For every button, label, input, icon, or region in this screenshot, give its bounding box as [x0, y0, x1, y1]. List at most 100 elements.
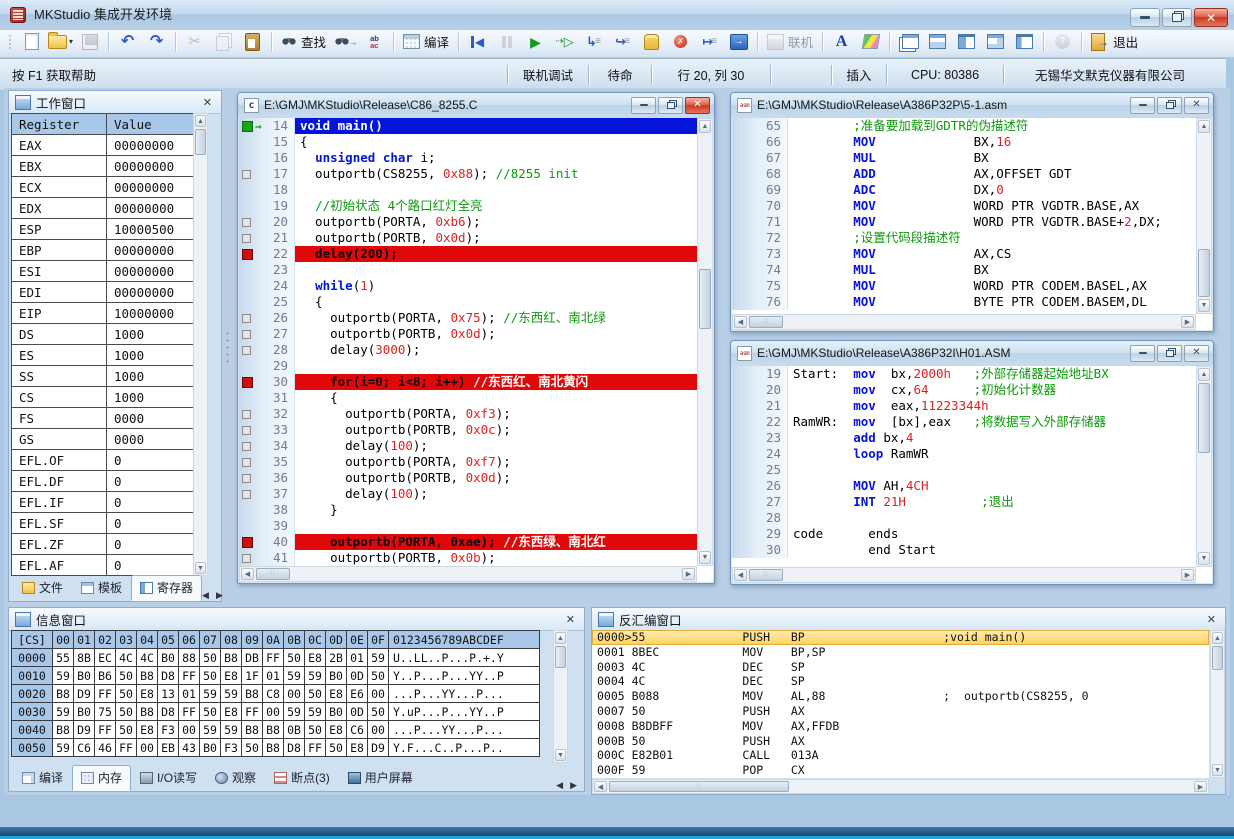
- code-window-c86-titlebar[interactable]: c E:\GMJ\MKStudio\Release\C86_8255.C ✕: [238, 93, 714, 117]
- breakpoint-margin[interactable]: [732, 278, 756, 294]
- breakpoint-margin[interactable]: [239, 342, 263, 358]
- toolbar-compile-button[interactable]: 编译: [398, 30, 454, 54]
- editor-hscrollbar[interactable]: ◀ ⦙⦙ ▶: [732, 314, 1196, 330]
- code-editor[interactable]: 65 ;准备要加载到GDTR的伪描述符66 MOV BX,1667 MUL BX…: [732, 118, 1212, 330]
- toolbar-new-file-button[interactable]: [17, 30, 46, 54]
- breakpoint-margin[interactable]: [732, 494, 756, 510]
- disasm-row[interactable]: 0003 4C DEC SP: [592, 660, 1209, 675]
- toolbar-paste-button[interactable]: [238, 30, 267, 54]
- code-window-asm2-titlebar[interactable]: asm E:\GMJ\MKStudio\Release\A386P32I\H01…: [731, 341, 1213, 365]
- toolbar-run-to-cursor-button[interactable]: ⇢▷: [550, 30, 579, 54]
- breakpoint-margin[interactable]: [732, 214, 756, 230]
- breakpoint-margin[interactable]: →: [239, 118, 263, 134]
- disasm-listing[interactable]: 0000>55 PUSH BP ;void main()0001 8BEC MO…: [592, 630, 1209, 778]
- scroll-left-icon[interactable]: ◀: [734, 569, 747, 581]
- breakpoint-margin[interactable]: [239, 230, 263, 246]
- toolbar-colors-button[interactable]: [856, 30, 885, 54]
- doc-restore-button[interactable]: [658, 97, 683, 114]
- scroll-thumb[interactable]: [699, 269, 711, 329]
- disasm-row[interactable]: 000F 59 POP CX: [592, 763, 1209, 778]
- scroll-right-icon[interactable]: ▶: [1194, 781, 1207, 792]
- breakpoint-margin[interactable]: [239, 406, 263, 422]
- disasm-panel-header[interactable]: 反汇编窗口 ✕: [592, 608, 1225, 631]
- bottom-tab-2[interactable]: I/O读写: [131, 765, 206, 791]
- scroll-down-icon[interactable]: ▼: [1198, 299, 1210, 312]
- doc-close-button[interactable]: ✕: [1184, 97, 1209, 114]
- toolbar-find-button[interactable]: 查找: [276, 30, 331, 54]
- scroll-thumb[interactable]: [555, 646, 566, 668]
- breakpoint-margin[interactable]: [732, 118, 756, 134]
- work-tab-1[interactable]: 模板: [72, 575, 131, 601]
- code-editor[interactable]: 19Start: mov bx,2000h ;外部存储器起始地址BX20 mov…: [732, 366, 1212, 583]
- breakpoint-margin[interactable]: [239, 166, 263, 182]
- scroll-up-icon[interactable]: ▲: [699, 120, 711, 133]
- scroll-down-icon[interactable]: ▼: [1198, 552, 1210, 565]
- toolbar-clear-breakpoints-button[interactable]: ✗: [666, 30, 695, 54]
- hex-table-scrollbar[interactable]: ▲ ▼: [553, 630, 568, 763]
- breakpoint-margin[interactable]: [239, 422, 263, 438]
- scroll-right-icon[interactable]: ▶: [1181, 569, 1194, 581]
- breakpoint-margin[interactable]: [239, 438, 263, 454]
- scroll-left-icon[interactable]: ◀: [734, 316, 747, 328]
- breakpoint-margin[interactable]: [732, 382, 756, 398]
- scroll-right-icon[interactable]: ▶: [1181, 316, 1194, 328]
- minimize-button[interactable]: [1130, 8, 1160, 27]
- toolbar-copy-button[interactable]: [209, 30, 238, 54]
- tab-scroll-left-icon[interactable]: ◀: [202, 590, 209, 601]
- scroll-down-icon[interactable]: ▼: [699, 551, 711, 564]
- scroll-thumb[interactable]: [1198, 249, 1210, 297]
- scroll-up-icon[interactable]: ▲: [1198, 368, 1210, 381]
- toolbar-cut-button[interactable]: ✂: [180, 30, 209, 54]
- doc-minimize-button[interactable]: [1130, 97, 1155, 114]
- toolbar-goto-exec-button[interactable]: →: [724, 30, 753, 54]
- scroll-up-icon[interactable]: ▲: [1198, 120, 1210, 133]
- editor-vscrollbar[interactable]: ▲ ▼: [1196, 366, 1212, 567]
- breakpoint-margin[interactable]: [732, 262, 756, 278]
- breakpoint-margin[interactable]: [732, 134, 756, 150]
- doc-restore-button[interactable]: [1157, 97, 1182, 114]
- breakpoint-margin[interactable]: [239, 326, 263, 342]
- breakpoint-margin[interactable]: [732, 366, 756, 382]
- breakpoint-margin[interactable]: [239, 134, 263, 150]
- toolbar-font-button[interactable]: A: [827, 30, 856, 54]
- breakpoint-margin[interactable]: [732, 510, 756, 526]
- breakpoint-margin[interactable]: [239, 262, 263, 278]
- editor-hscrollbar[interactable]: ◀ ⦙⦙ ▶: [239, 566, 697, 582]
- disasm-hscrollbar[interactable]: ◀ ⦙⦙ ▶: [592, 779, 1209, 794]
- scroll-left-icon[interactable]: ◀: [594, 781, 607, 792]
- breakpoint-margin[interactable]: [239, 294, 263, 310]
- toolbar-debug-stop-button[interactable]: [637, 30, 666, 54]
- editor-vscrollbar[interactable]: ▲ ▼: [697, 118, 713, 566]
- breakpoint-margin[interactable]: [239, 310, 263, 326]
- scroll-thumb[interactable]: ⦙⦙: [749, 569, 783, 581]
- toolbar-help-button[interactable]: ?: [1048, 30, 1077, 54]
- toolbar-undo-button[interactable]: ↶: [113, 30, 142, 54]
- title-bar[interactable]: MKStudio 集成开发环境 ✕: [0, 0, 1234, 30]
- scroll-up-icon[interactable]: ▲: [195, 115, 206, 127]
- scroll-thumb[interactable]: ⦙⦙: [749, 316, 783, 328]
- breakpoint-margin[interactable]: [239, 502, 263, 518]
- scroll-thumb[interactable]: ⦙⦙: [609, 781, 789, 792]
- bottom-tab-5[interactable]: 用户屏幕: [339, 765, 422, 791]
- info-panel-header[interactable]: 信息窗口 ✕: [9, 608, 584, 631]
- breakpoint-margin[interactable]: [239, 390, 263, 406]
- doc-close-button[interactable]: ✕: [1184, 345, 1209, 362]
- tab-scroll-right-icon[interactable]: ▶: [216, 590, 223, 601]
- breakpoint-margin[interactable]: [732, 166, 756, 182]
- disasm-row[interactable]: 0007 50 PUSH AX: [592, 704, 1209, 719]
- breakpoint-margin[interactable]: [732, 526, 756, 542]
- breakpoint-margin[interactable]: [732, 478, 756, 494]
- toolbar-debug-pause-button[interactable]: [492, 30, 521, 54]
- breakpoint-margin[interactable]: [732, 230, 756, 246]
- breakpoint-margin[interactable]: [239, 550, 263, 566]
- breakpoint-margin[interactable]: [732, 446, 756, 462]
- work-tab-0[interactable]: 文件: [13, 575, 72, 601]
- info-panel-close-icon[interactable]: ✕: [563, 613, 578, 626]
- toolbar-exit-button[interactable]: →退出: [1086, 30, 1143, 54]
- scroll-left-icon[interactable]: ◀: [241, 568, 254, 580]
- toolbar-open-file-button[interactable]: ▾: [46, 30, 75, 54]
- scroll-down-icon[interactable]: ▼: [555, 749, 566, 761]
- doc-minimize-button[interactable]: [631, 97, 656, 114]
- toolbar-window-list-button[interactable]: [1010, 30, 1039, 54]
- toolbar-replace-button[interactable]: abac: [360, 30, 389, 54]
